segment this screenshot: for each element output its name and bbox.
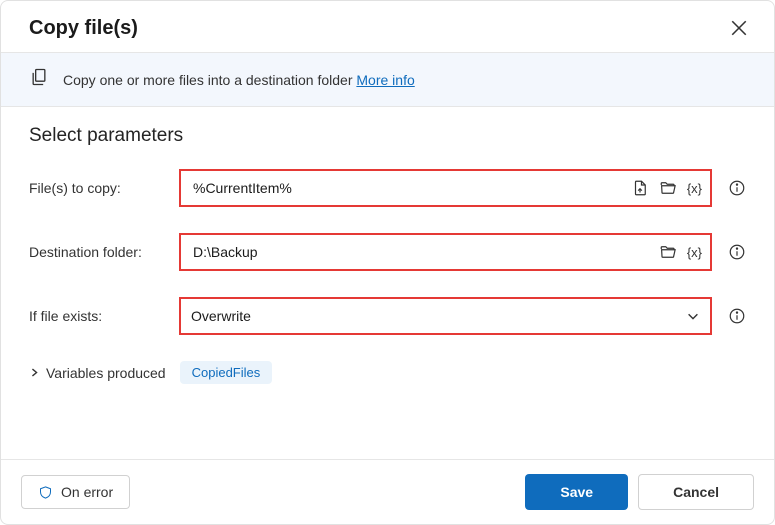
files-label: File(s) to copy:: [29, 180, 169, 196]
info-icon[interactable]: [728, 179, 746, 197]
variable-icon[interactable]: {x}: [687, 181, 702, 196]
param-row-exists: If file exists: Overwrite: [29, 297, 746, 335]
copy-files-dialog: Copy file(s) Copy one or more files into…: [0, 0, 775, 525]
exists-value: Overwrite: [191, 308, 684, 324]
chevron-down-icon: [684, 307, 702, 325]
files-field: {x}: [179, 169, 712, 207]
variables-row: Variables produced CopiedFiles: [29, 361, 746, 384]
dest-label: Destination folder:: [29, 244, 169, 260]
folder-open-icon[interactable]: [659, 243, 677, 261]
more-info-link[interactable]: More info: [356, 72, 414, 88]
on-error-button[interactable]: On error: [21, 475, 130, 509]
exists-label: If file exists:: [29, 308, 169, 324]
banner-text: Copy one or more files into a destinatio…: [63, 72, 415, 88]
shield-icon: [38, 485, 53, 500]
section-title: Select parameters: [29, 125, 746, 147]
copy-icon: [29, 67, 49, 92]
save-button[interactable]: Save: [525, 474, 628, 510]
variable-icon[interactable]: {x}: [687, 245, 702, 260]
variables-toggle-label: Variables produced: [46, 365, 166, 381]
variable-chip[interactable]: CopiedFiles: [180, 361, 273, 384]
folder-open-icon[interactable]: [659, 179, 677, 197]
exists-select[interactable]: Overwrite: [179, 297, 712, 335]
param-row-dest: Destination folder: {x}: [29, 233, 746, 271]
banner-description: Copy one or more files into a destinatio…: [63, 72, 353, 88]
dialog-footer: On error Save Cancel: [1, 459, 774, 524]
dialog-title: Copy file(s): [29, 17, 138, 40]
param-row-files: File(s) to copy:: [29, 169, 746, 207]
chevron-right-icon: [29, 367, 40, 378]
dest-field: {x}: [179, 233, 712, 271]
close-icon[interactable]: [730, 19, 750, 39]
select-file-icon[interactable]: [631, 179, 649, 197]
on-error-label: On error: [61, 484, 113, 500]
variables-toggle[interactable]: Variables produced: [29, 365, 166, 381]
info-icon[interactable]: [728, 243, 746, 261]
dest-input[interactable]: [191, 243, 659, 261]
info-banner: Copy one or more files into a destinatio…: [1, 52, 774, 107]
dialog-header: Copy file(s): [1, 1, 774, 52]
dialog-body: Select parameters File(s) to copy:: [1, 107, 774, 459]
cancel-button[interactable]: Cancel: [638, 474, 754, 510]
files-input[interactable]: [191, 179, 631, 197]
info-icon[interactable]: [728, 307, 746, 325]
